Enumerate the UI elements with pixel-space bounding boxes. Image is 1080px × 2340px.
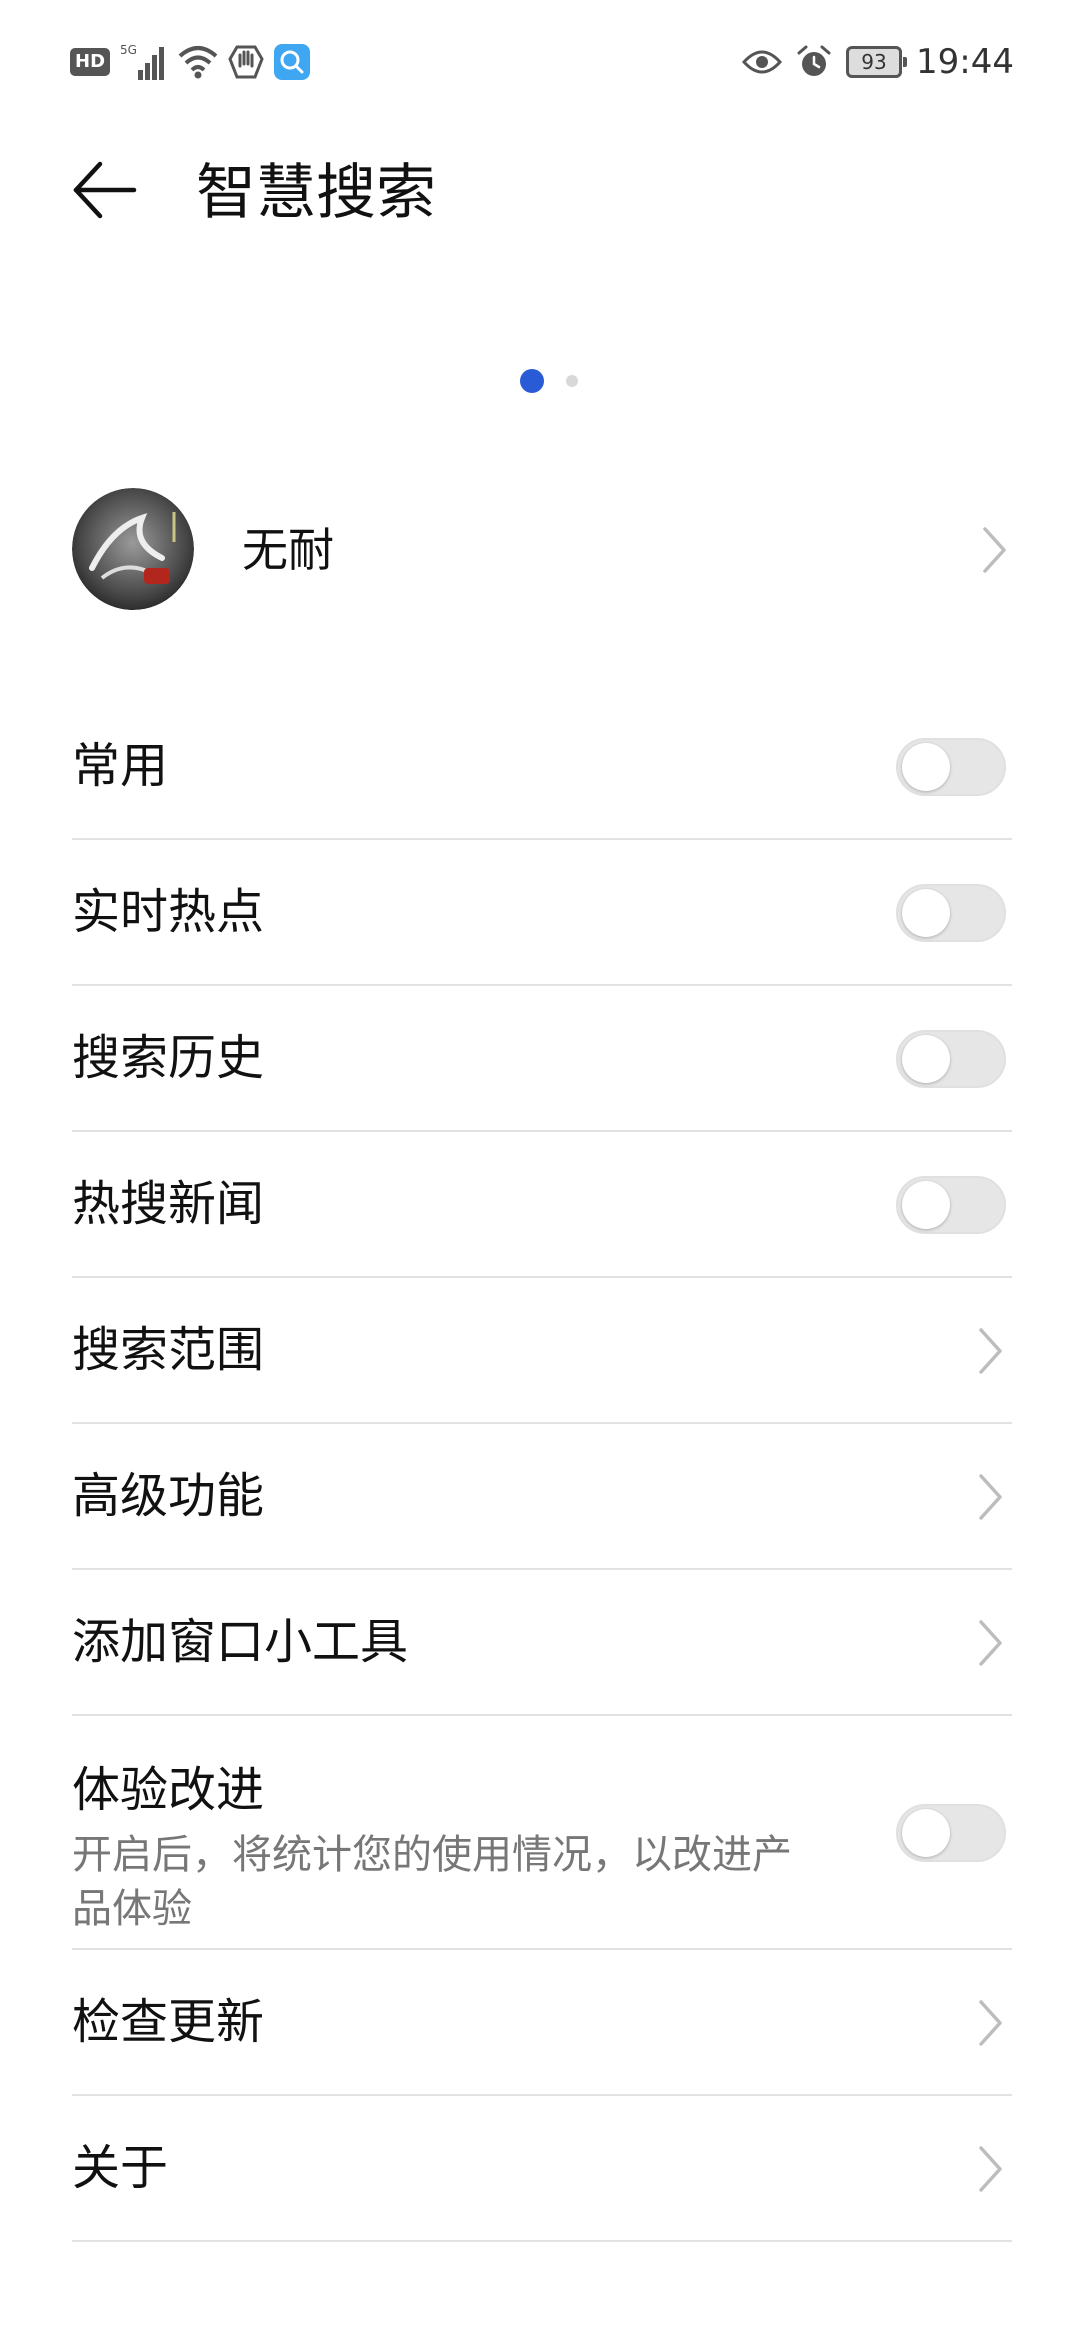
account-name: 无耐: [242, 523, 334, 577]
toggle-knob: [902, 1181, 950, 1229]
search-history-toggle[interactable]: [896, 1030, 1006, 1088]
setting-row-about[interactable]: 关于: [72, 2096, 1012, 2242]
status-bar: HD 5G 93 19:44: [0, 0, 1080, 120]
setting-label: 检查更新: [72, 1994, 265, 2050]
page-indicator: [0, 366, 1080, 396]
clock: 19:44: [916, 42, 1014, 82]
back-button[interactable]: [60, 150, 150, 230]
account-row[interactable]: 无耐: [0, 470, 1080, 630]
toggle-knob: [902, 1809, 950, 1857]
chevron-right-icon: [979, 2146, 1002, 2192]
status-left-icons: HD 5G: [70, 40, 311, 84]
battery-level: 93: [861, 50, 887, 74]
setting-description: 开启后，将统计您的使用情况，以改进产品体验: [72, 1832, 792, 1932]
chevron-right-icon: [979, 1620, 1002, 1666]
setting-row-experience-improvement[interactable]: 体验改进 开启后，将统计您的使用情况，以改进产品体验: [72, 1716, 1012, 1950]
setting-label: 添加窗口小工具: [72, 1614, 409, 1670]
setting-label: 关于: [72, 2140, 169, 2196]
setting-label: 体验改进: [72, 1762, 265, 1818]
cellular-signal-icon: 5G: [120, 42, 168, 82]
toggle-knob: [902, 1035, 950, 1083]
setting-label: 热搜新闻: [72, 1176, 265, 1232]
settings-list: 常用 实时热点 搜索历史 热搜新闻 搜索范围 高级功能 添加窗口小工具 体验改进…: [72, 694, 1012, 2242]
common-toggle[interactable]: [896, 738, 1006, 796]
arrow-left-icon: [73, 161, 137, 219]
setting-label: 常用: [72, 738, 169, 794]
realtime-hotspot-toggle[interactable]: [896, 884, 1006, 942]
chevron-right-icon: [983, 527, 1006, 573]
setting-row-hot-news[interactable]: 热搜新闻: [72, 1132, 1012, 1278]
battery-icon: 93: [846, 46, 908, 78]
page-dot: [566, 375, 578, 387]
setting-row-add-widget[interactable]: 添加窗口小工具: [72, 1570, 1012, 1716]
setting-label: 实时热点: [72, 884, 265, 940]
chevron-right-icon: [979, 2000, 1002, 2046]
setting-row-common[interactable]: 常用: [72, 694, 1012, 840]
chevron-right-icon: [979, 1328, 1002, 1374]
setting-label: 高级功能: [72, 1468, 265, 1524]
page-dot-active: [520, 369, 544, 393]
chevron-right-icon: [979, 1474, 1002, 1520]
search-app-icon: [274, 44, 311, 80]
toggle-knob: [902, 743, 950, 791]
setting-label: 搜索历史: [72, 1030, 265, 1086]
status-right-icons: 93 19:44: [742, 40, 1014, 84]
setting-row-advanced[interactable]: 高级功能: [72, 1424, 1012, 1570]
setting-label: 搜索范围: [72, 1322, 265, 1378]
setting-row-check-update[interactable]: 检查更新: [72, 1950, 1012, 2096]
app-bar: 智慧搜索: [0, 140, 1080, 240]
setting-row-search-history[interactable]: 搜索历史: [72, 986, 1012, 1132]
setting-row-search-scope[interactable]: 搜索范围: [72, 1278, 1012, 1424]
hand-shield-icon: [228, 44, 264, 80]
wifi-icon: [178, 44, 218, 80]
experience-improvement-toggle[interactable]: [896, 1804, 1006, 1862]
toggle-knob: [902, 889, 950, 937]
avatar: [72, 488, 194, 610]
network-type-label: 5G: [120, 43, 137, 57]
hd-badge: HD: [70, 48, 111, 76]
page-title: 智慧搜索: [196, 158, 436, 228]
hot-news-toggle[interactable]: [896, 1176, 1006, 1234]
setting-row-realtime-hotspot[interactable]: 实时热点: [72, 840, 1012, 986]
alarm-icon: [796, 44, 832, 80]
eye-icon: [742, 48, 783, 76]
